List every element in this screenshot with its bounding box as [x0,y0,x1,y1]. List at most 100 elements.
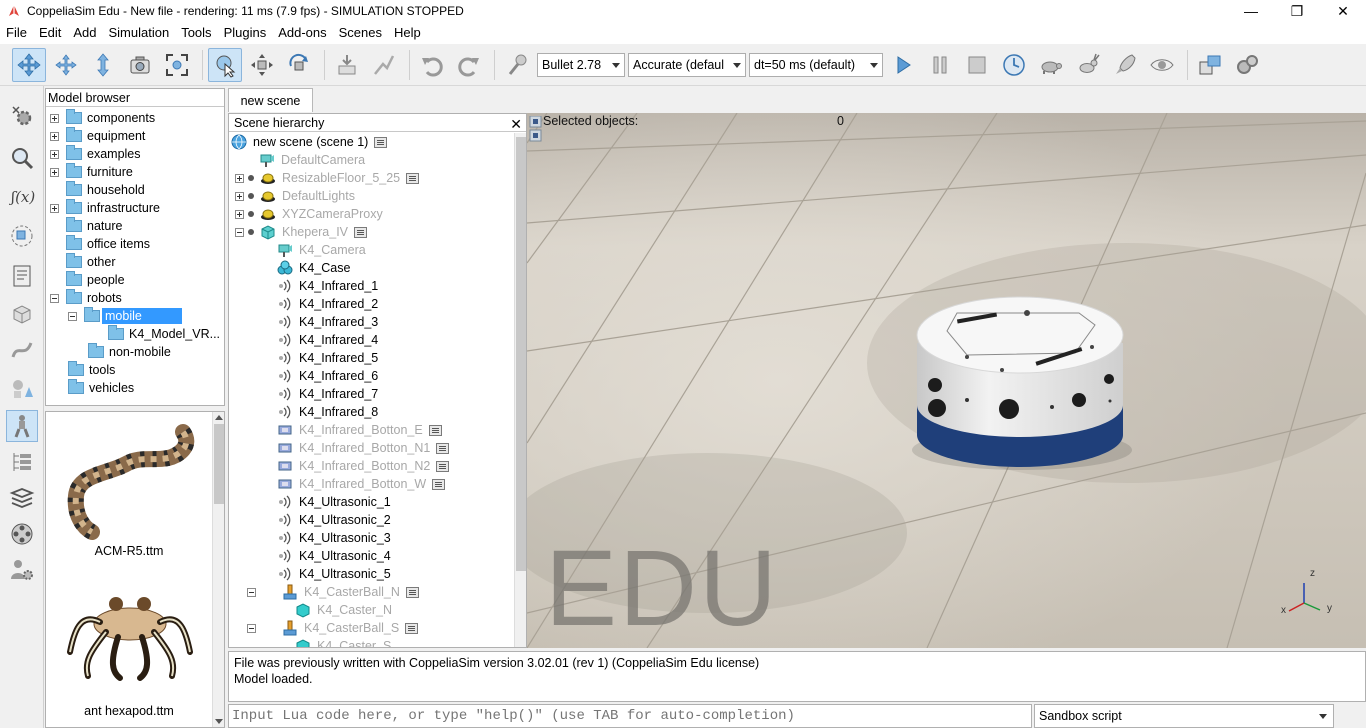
close-panel-button[interactable]: ✕ [510,115,522,133]
tree-item-people[interactable]: people [66,271,125,289]
tree-item-other[interactable]: other [66,253,116,271]
script-icon[interactable] [406,172,420,184]
speed-up-button[interactable] [1071,48,1105,82]
menu-tools[interactable]: Tools [175,22,217,44]
visualization-toggle-button[interactable] [1145,48,1179,82]
menu-help[interactable]: Help [388,22,427,44]
video-recorder-button[interactable] [6,518,38,550]
tree-item-vehicles[interactable]: vehicles [68,379,134,397]
fit-to-view-button[interactable] [160,48,194,82]
expand-icon[interactable] [50,131,59,141]
hierarchy-item[interactable]: K4_Infrared_2 [277,295,378,313]
scroll-up-arrow-icon[interactable] [215,415,223,420]
expand-icon[interactable] [235,191,244,201]
collapse-icon[interactable] [235,227,244,237]
script-icon[interactable] [428,424,442,436]
hierarchy-item[interactable]: K4_Ultrasonic_5 [277,565,391,583]
undo-button[interactable] [415,48,449,82]
hierarchy-item[interactable]: K4_Infrared_5 [277,349,378,367]
transfer-dna-button[interactable] [367,48,401,82]
scroll-down-arrow-icon[interactable] [215,719,223,724]
script-selector[interactable]: Sandbox script [1034,704,1334,728]
hierarchy-item[interactable]: K4_Infrared_Botton_N1 [277,439,450,457]
hierarchy-item[interactable]: K4_Caster_S [295,637,391,647]
scene-hierarchy-toggle-button[interactable] [6,446,38,478]
expand-icon[interactable] [235,173,244,183]
lua-command-input[interactable] [228,704,1032,728]
visibility-dot-icon[interactable] [248,211,254,217]
accuracy-select[interactable]: Accurate (defaul [628,52,746,77]
scripts-button[interactable] [6,260,38,292]
tab-new-scene[interactable]: new scene [228,88,313,112]
minimize-button[interactable]: — [1228,0,1274,22]
tree-item-nature[interactable]: nature [66,217,122,235]
hierarchy-item[interactable]: K4_Infrared_3 [277,313,378,331]
camera-pan-button[interactable] [12,47,46,82]
script-icon[interactable] [436,460,450,472]
tree-item-k4-model[interactable]: K4_Model_VR... [108,325,220,343]
settings-button[interactable] [1230,48,1264,82]
menu-simulation[interactable]: Simulation [103,22,176,44]
script-icon[interactable] [432,478,446,490]
timestep-select[interactable]: dt=50 ms (default) [749,52,883,77]
model-browser-toggle-button[interactable] [6,410,38,442]
hierarchy-item[interactable]: DefaultLights [235,187,355,205]
simulation-settings-button[interactable] [6,100,38,132]
viewport-menu-icon[interactable] [529,116,543,144]
hierarchy-item[interactable]: K4_Infrared_4 [277,331,378,349]
menu-edit[interactable]: Edit [33,22,67,44]
model-thumbnail-ant-hexapod[interactable] [60,582,200,702]
hierarchy-item[interactable]: K4_Ultrasonic_1 [277,493,391,511]
menu-scenes[interactable]: Scenes [333,22,388,44]
tree-item-non-mobile[interactable]: non-mobile [88,343,171,361]
collapse-icon[interactable] [68,311,77,321]
hierarchy-item[interactable]: K4_CasterBall_N [247,583,419,601]
thread-rendering-button[interactable] [1108,48,1142,82]
hierarchy-item[interactable]: K4_Caster_N [295,601,392,619]
stop-simulation-button[interactable] [960,48,994,82]
scrollbar-thumb[interactable] [214,424,224,504]
hierarchy-item[interactable]: K4_CasterBall_S [247,619,419,637]
hierarchy-scrollbar[interactable] [514,133,526,647]
assemble-button[interactable] [330,48,364,82]
expand-icon[interactable] [235,209,244,219]
calculation-modules-button[interactable]: ʃ(x) [6,180,38,212]
hierarchy-item[interactable]: DefaultCamera [259,151,365,169]
collapse-icon[interactable] [247,623,256,633]
hierarchy-item[interactable]: K4_Ultrasonic_4 [277,547,391,565]
tree-item-office-items[interactable]: office items [66,235,150,253]
start-simulation-button[interactable] [886,48,920,82]
script-icon[interactable] [405,622,419,634]
visibility-dot-icon[interactable] [248,193,254,199]
tree-item-components[interactable]: components [50,109,155,127]
camera-shift-button[interactable] [86,48,120,82]
path-edit-button[interactable] [6,334,38,366]
dynamics-toggle-button[interactable] [500,48,534,82]
hierarchy-item[interactable]: K4_Ultrasonic_3 [277,529,391,547]
user-settings-button[interactable] [6,554,38,586]
shape-edit-button[interactable] [6,298,38,330]
script-icon[interactable] [436,442,450,454]
hierarchy-item[interactable]: new scene (scene 1) [231,133,388,151]
tree-item-equipment[interactable]: equipment [50,127,145,145]
script-icon[interactable] [405,586,419,598]
camera-angle-button[interactable] [123,48,157,82]
click-select-button[interactable] [208,47,242,82]
expand-icon[interactable] [50,149,59,159]
tree-item-tools[interactable]: tools [68,361,115,379]
model-thumbnail-acm-r5[interactable] [58,416,198,544]
maximize-button[interactable]: ❐ [1274,0,1320,22]
tree-item-examples[interactable]: examples [50,145,141,163]
hierarchy-item[interactable]: K4_Infrared_7 [277,385,378,403]
collapse-icon[interactable] [247,587,256,597]
menu-file[interactable]: File [0,22,33,44]
khepera-robot-model[interactable] [912,296,1132,470]
visibility-dot-icon[interactable] [248,175,254,181]
menu-plugins[interactable]: Plugins [218,22,273,44]
primitive-shapes-button[interactable] [6,372,38,404]
hierarchy-item[interactable]: K4_Infrared_Botton_W [277,475,446,493]
tree-item-household[interactable]: household [66,181,145,199]
pause-simulation-button[interactable] [923,48,957,82]
hierarchy-item[interactable]: ResizableFloor_5_25 [235,169,420,187]
expand-icon[interactable] [50,113,59,123]
